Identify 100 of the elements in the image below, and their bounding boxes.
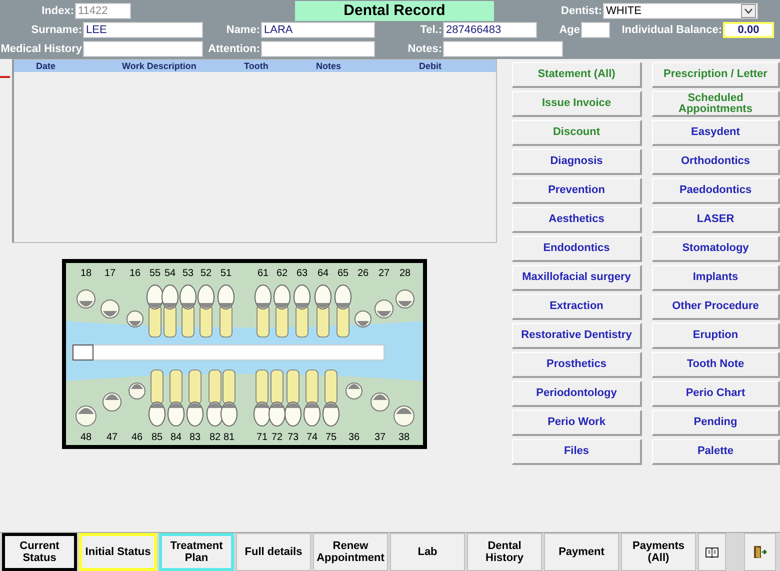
- action-button[interactable]: Other Procedure: [652, 294, 780, 320]
- action-button[interactable]: Restorative Dentistry: [512, 323, 642, 349]
- tooth-note-box[interactable]: [72, 344, 94, 360]
- action-button[interactable]: Diagnosis: [512, 149, 642, 175]
- name-label: Name:: [226, 24, 261, 36]
- attention-field[interactable]: [261, 40, 375, 56]
- action-button[interactable]: Implants: [652, 265, 780, 291]
- column-header: Notes: [316, 60, 342, 72]
- status-tab[interactable]: Initial Status: [79, 533, 157, 571]
- column-header: Debit: [419, 60, 442, 72]
- tooth-number: 84: [170, 432, 182, 443]
- action-button[interactable]: Endodontics: [512, 236, 642, 262]
- tooth-number: 48: [80, 432, 92, 443]
- tel-label: Tel.:: [420, 24, 443, 36]
- balance-label: Individual Balance:: [622, 24, 723, 36]
- tooth-number: 63: [296, 268, 308, 279]
- tooth-number: 61: [257, 268, 269, 279]
- tooth-number: 62: [276, 268, 288, 279]
- status-tab[interactable]: Payments (All): [621, 533, 696, 571]
- window-title: Dental Record: [295, 0, 494, 20]
- medical-history-label: Medical History: [0, 42, 83, 54]
- action-button[interactable]: Periodontology: [512, 381, 642, 407]
- action-button[interactable]: Paedodontics: [652, 178, 780, 204]
- action-button[interactable]: Issue Invoice: [512, 91, 642, 117]
- action-button[interactable]: Statement (All): [512, 62, 642, 88]
- dentist-dropdown[interactable]: WHITE: [603, 2, 758, 18]
- action-button[interactable]: Perio Chart: [652, 381, 780, 407]
- column-header: Date: [36, 60, 57, 72]
- action-button[interactable]: Stomatology: [652, 236, 780, 262]
- action-button[interactable]: LASER: [652, 207, 780, 233]
- tooth-number: 55: [149, 268, 161, 279]
- action-button[interactable]: Aesthetics: [512, 207, 642, 233]
- tooth-number: 27: [378, 268, 390, 279]
- notes-field[interactable]: [443, 40, 563, 56]
- action-button[interactable]: Orthodontics: [652, 149, 780, 175]
- tooth-number: 73: [287, 432, 299, 443]
- tooth-note-field[interactable]: [72, 344, 384, 360]
- action-button[interactable]: Tooth Note: [652, 352, 780, 378]
- tooth-number: 52: [200, 268, 212, 279]
- tooth-number: 74: [306, 432, 318, 443]
- tooth-number: 28: [399, 268, 411, 279]
- tooth-number: 18: [80, 268, 92, 279]
- exit-button[interactable]: [744, 533, 776, 571]
- tooth-number: 17: [104, 268, 116, 279]
- age-label: Age: [559, 24, 581, 36]
- name-field[interactable]: LARA: [261, 22, 375, 38]
- tooth-number: 72: [271, 432, 283, 443]
- action-button[interactable]: Scheduled Appointments: [652, 91, 780, 117]
- notes-label: Notes:: [408, 42, 443, 54]
- medical-history-field[interactable]: [83, 40, 203, 56]
- tooth-number: 51: [220, 268, 232, 279]
- tooth-number: 16: [129, 268, 141, 279]
- action-button[interactable]: Extraction: [512, 294, 642, 320]
- tooth-number: 85: [151, 432, 163, 443]
- tooth-number: 38: [398, 432, 410, 443]
- action-button[interactable]: Pending: [652, 410, 780, 436]
- status-tab[interactable]: Lab: [390, 533, 465, 571]
- status-tab[interactable]: Current Status: [2, 533, 77, 571]
- tooth-number: 83: [189, 432, 201, 443]
- status-tab[interactable]: Renew Appointment: [313, 533, 388, 571]
- age-field[interactable]: [581, 22, 610, 38]
- action-button[interactable]: Files: [512, 439, 642, 465]
- status-tab[interactable]: Payment: [544, 533, 619, 571]
- tooth-number: 53: [182, 268, 194, 279]
- action-button[interactable]: Palette: [652, 439, 780, 465]
- tooth-number: 47: [106, 432, 118, 443]
- tooth-number: 71: [256, 432, 268, 443]
- tooth-number: 36: [348, 432, 360, 443]
- tooth-number: 37: [374, 432, 386, 443]
- action-button[interactable]: Eruption: [652, 323, 780, 349]
- tooth-number: 26: [357, 268, 369, 279]
- tooth-number: 54: [164, 268, 176, 279]
- index-label: Index:: [42, 4, 75, 16]
- action-button[interactable]: Prevention: [512, 178, 642, 204]
- attention-label: Attention:: [208, 42, 261, 54]
- tooth-number: 64: [317, 268, 329, 279]
- action-button[interactable]: Maxillofacial surgery: [512, 265, 642, 291]
- action-button[interactable]: Prosthetics: [512, 352, 642, 378]
- action-button[interactable]: Discount: [512, 120, 642, 146]
- tooth-number: 81: [223, 432, 235, 443]
- tooth-number: 65: [337, 268, 349, 279]
- book-button[interactable]: [698, 533, 726, 571]
- dentist-label: Dentist:: [561, 4, 603, 16]
- book-icon: [705, 546, 719, 558]
- tooth-number: 46: [131, 432, 143, 443]
- surname-label: Surname:: [31, 24, 83, 36]
- status-tab[interactable]: Dental History: [467, 533, 542, 571]
- balance-field[interactable]: 0.00: [723, 22, 774, 38]
- row-marker: [0, 76, 10, 78]
- column-header: Tooth: [244, 60, 270, 72]
- status-tab[interactable]: Treatment Plan: [159, 533, 234, 571]
- tooth-number: 82: [209, 432, 221, 443]
- tel-field[interactable]: 287466483: [443, 22, 537, 38]
- action-button[interactable]: Perio Work: [512, 410, 642, 436]
- column-header: Work Description: [122, 60, 198, 72]
- surname-field[interactable]: LEE: [83, 22, 203, 38]
- status-tab[interactable]: Full details: [236, 533, 311, 571]
- action-button[interactable]: Easydent: [652, 120, 780, 146]
- tooth-number: 75: [325, 432, 337, 443]
- action-button[interactable]: Prescription / Letter: [652, 62, 780, 88]
